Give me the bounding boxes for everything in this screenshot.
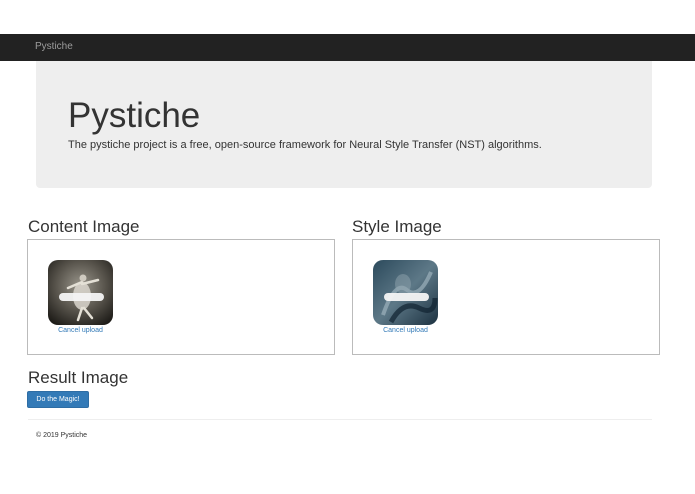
page-lead: The pystiche project is a free, open-sou…	[68, 139, 542, 151]
content-image-thumbnail	[48, 260, 113, 325]
content-image-title: Content Image	[28, 217, 140, 236]
content-image-dropzone[interactable]: Cancel upload	[27, 239, 335, 355]
page-title: Pystiche	[68, 96, 201, 135]
content-cancel-upload-link[interactable]: Cancel upload	[48, 327, 113, 334]
style-image-title: Style Image	[352, 217, 442, 236]
minus-bar-icon	[59, 293, 104, 301]
style-image-dropzone[interactable]: Cancel upload	[352, 239, 660, 355]
footer-copyright: © 2019 Pystiche	[36, 432, 88, 439]
minus-bar-icon	[384, 293, 429, 301]
navbar: Pystiche	[0, 34, 695, 61]
result-image-title: Result Image	[28, 368, 129, 387]
style-cancel-upload-link[interactable]: Cancel upload	[373, 327, 438, 334]
jumbotron: Pystiche The pystiche project is a free,…	[36, 61, 652, 188]
footer-divider	[28, 419, 652, 420]
navbar-brand[interactable]: Pystiche	[35, 41, 73, 52]
style-image-thumbnail	[373, 260, 438, 325]
do-the-magic-button[interactable]: Do the Magic!	[27, 391, 89, 408]
